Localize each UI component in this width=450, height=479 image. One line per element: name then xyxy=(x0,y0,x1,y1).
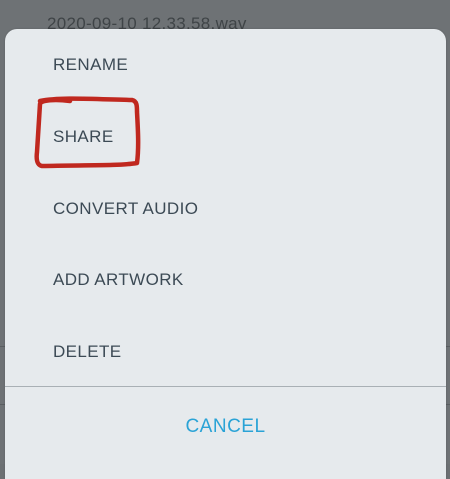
convert-audio-option[interactable]: CONVERT AUDIO xyxy=(5,173,446,245)
cancel-label: CANCEL xyxy=(185,416,266,437)
add-artwork-label: ADD ARTWORK xyxy=(53,270,184,289)
convert-audio-label: CONVERT AUDIO xyxy=(53,199,199,218)
delete-label: DELETE xyxy=(53,342,122,361)
add-artwork-option[interactable]: ADD ARTWORK xyxy=(5,244,446,316)
action-sheet: RENAME SHARE CONVERT AUDIO ADD ARTWORK D… xyxy=(5,29,446,479)
rename-option[interactable]: RENAME xyxy=(5,29,446,101)
share-option[interactable]: SHARE xyxy=(5,101,446,173)
share-label: SHARE xyxy=(53,127,114,146)
rename-label: RENAME xyxy=(53,55,129,74)
cancel-button[interactable]: CANCEL xyxy=(5,387,446,467)
delete-option[interactable]: DELETE xyxy=(5,316,446,388)
